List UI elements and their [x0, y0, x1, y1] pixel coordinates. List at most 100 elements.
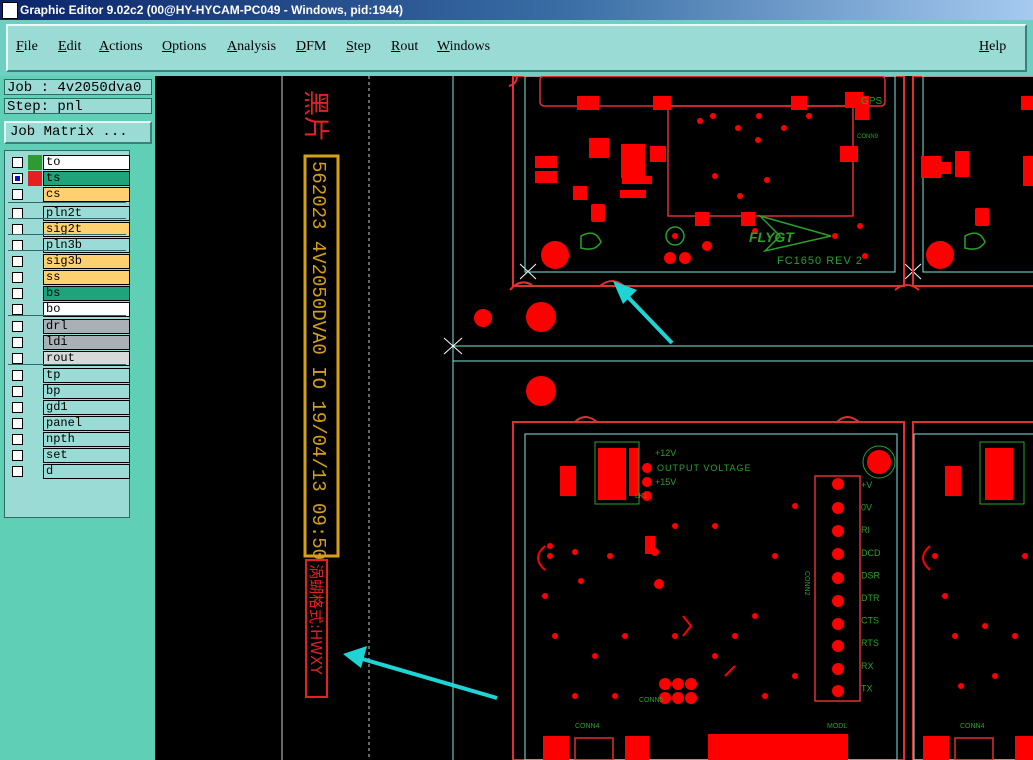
layer-name[interactable]: bp — [43, 384, 130, 399]
layer-row-bp[interactable]: bp — [8, 384, 130, 399]
menu-options[interactable]: Options — [162, 39, 206, 55]
conn-pin-label: DSR — [861, 570, 881, 580]
menu-bar: File Edit Actions Options Analysis DFM S… — [6, 24, 1027, 72]
layer-color-swatch — [28, 400, 42, 415]
layer-checkbox[interactable] — [12, 418, 23, 429]
conn-pin-label: 0V — [861, 503, 872, 513]
layer-color-swatch — [28, 368, 42, 383]
layer-checkbox[interactable] — [12, 337, 23, 348]
layer-name[interactable]: npth — [43, 432, 130, 447]
modl-text: MODL — [827, 723, 847, 730]
conn-pin-label: CTS — [861, 616, 879, 626]
layer-row-tp[interactable]: tp — [8, 368, 130, 383]
menu-dfm[interactable]: DFM — [296, 39, 326, 55]
layer-checkbox[interactable] — [12, 272, 23, 283]
layer-row-ss[interactable]: ss — [8, 270, 130, 285]
layer-checkbox[interactable] — [12, 304, 23, 315]
layer-checkbox[interactable] — [12, 321, 23, 332]
layer-group-separator — [8, 218, 126, 219]
marking-bottom-text: 涡蝴格式:HWXY — [307, 564, 325, 675]
layer-group-separator — [8, 202, 126, 203]
layer-checkbox[interactable] — [12, 386, 23, 397]
conn-pin-label: RTS — [861, 638, 879, 648]
conn4-text-right: CONN4 — [960, 723, 985, 730]
layer-group-separator — [8, 234, 126, 235]
layer-checkbox[interactable] — [12, 256, 23, 267]
layer-row-ldi[interactable]: ldi — [8, 335, 130, 350]
plus12v-text: +12V — [655, 448, 676, 458]
conn-pin-label: DCD — [861, 548, 881, 558]
layer-color-swatch — [28, 464, 42, 479]
graphic-canvas[interactable]: 黑片 562023 4V2050DVA0 IO 19/04/13 09:50 涡… — [155, 76, 1033, 760]
menu-file[interactable]: File — [16, 39, 38, 55]
layer-row-panel[interactable]: panel — [8, 416, 130, 431]
layer-name[interactable]: cs — [43, 187, 130, 202]
layer-name[interactable]: tp — [43, 368, 130, 383]
layer-name[interactable]: gd1 — [43, 400, 130, 415]
layer-row-cs[interactable]: cs — [8, 187, 130, 202]
menu-windows[interactable]: Windows — [437, 39, 490, 55]
menu-edit[interactable]: Edit — [58, 39, 81, 55]
layer-checkbox[interactable] — [12, 157, 23, 168]
window-titlebar[interactable]: Graphic Editor 9.02c2 (00@HY-HYCAM-PC049… — [0, 0, 1033, 20]
flygt-logo-text: FLYGT — [749, 229, 795, 245]
layer-checkbox[interactable] — [12, 450, 23, 461]
menu-frame: File Edit Actions Options Analysis DFM S… — [0, 20, 1033, 76]
layer-name[interactable]: drl — [43, 319, 130, 334]
conn-pin-label: +V — [861, 480, 872, 490]
job-matrix-button[interactable]: Job Matrix ... — [4, 121, 152, 144]
layer-name[interactable]: bs — [43, 286, 130, 301]
layer-checkbox[interactable] — [12, 466, 23, 477]
menu-rout[interactable]: Rout — [391, 39, 418, 55]
gps-text: GPS — [861, 96, 882, 107]
layer-color-swatch — [28, 286, 42, 301]
layer-row-gd1[interactable]: gd1 — [8, 400, 130, 415]
menu-help[interactable]: Help — [979, 39, 1006, 55]
layer-color-swatch — [28, 319, 42, 334]
pcb-view[interactable]: 黑片 562023 4V2050DVA0 IO 19/04/13 09:50 涡… — [155, 76, 1033, 760]
layer-name[interactable]: d — [43, 464, 130, 479]
layer-row-drl[interactable]: drl — [8, 319, 130, 334]
layer-row-npth[interactable]: npth — [8, 432, 130, 447]
conn5-text: CONN5 — [639, 697, 664, 704]
layer-color-swatch — [28, 335, 42, 350]
layer-name[interactable]: panel — [43, 416, 130, 431]
layer-row-set[interactable]: set — [8, 448, 130, 463]
layer-color-swatch — [28, 155, 42, 170]
layer-row-ts[interactable]: ts — [8, 171, 130, 186]
layer-checkbox[interactable] — [12, 402, 23, 413]
layer-checkbox[interactable] — [12, 173, 23, 184]
conn-pin-label: DTR — [861, 593, 880, 603]
menu-step[interactable]: Step — [346, 39, 371, 55]
layer-group-separator — [8, 364, 126, 365]
layer-name[interactable]: ts — [43, 171, 130, 186]
marking-top-text: 黑片 — [300, 90, 330, 142]
layer-sidebar: Job : 4v2050dva0 Step: pnl Job Matrix ..… — [0, 76, 155, 760]
layer-color-swatch — [28, 384, 42, 399]
layer-color-swatch — [28, 254, 42, 269]
layer-checkbox[interactable] — [12, 434, 23, 445]
layer-row-to[interactable]: to — [8, 155, 130, 170]
conn2-text: CONN2 — [803, 571, 810, 596]
layer-name[interactable]: set — [43, 448, 130, 463]
layer-name[interactable]: to — [43, 155, 130, 170]
layer-list: to ts cs pln2t sig2t pln3b sig3b ss bs bo drl ldi ro… — [4, 150, 130, 518]
layer-checkbox[interactable] — [12, 353, 23, 364]
menu-analysis[interactable]: Analysis — [227, 39, 276, 55]
layer-checkbox[interactable] — [12, 370, 23, 381]
layer-color-swatch — [28, 187, 42, 202]
layer-checkbox[interactable] — [12, 288, 23, 299]
app-icon — [2, 2, 18, 19]
step-label: Step: pnl — [4, 98, 152, 115]
layer-color-swatch — [28, 270, 42, 285]
layer-name[interactable]: ss — [43, 270, 130, 285]
menu-actions[interactable]: Actions — [99, 39, 143, 55]
layer-group-separator — [8, 250, 126, 251]
layer-name[interactable]: sig3b — [43, 254, 130, 269]
layer-row-sig3b[interactable]: sig3b — [8, 254, 130, 269]
layer-color-swatch — [28, 448, 42, 463]
layer-row-bs[interactable]: bs — [8, 286, 130, 301]
layer-row-d[interactable]: d — [8, 464, 130, 479]
layer-name[interactable]: ldi — [43, 335, 130, 350]
layer-checkbox[interactable] — [12, 189, 23, 200]
